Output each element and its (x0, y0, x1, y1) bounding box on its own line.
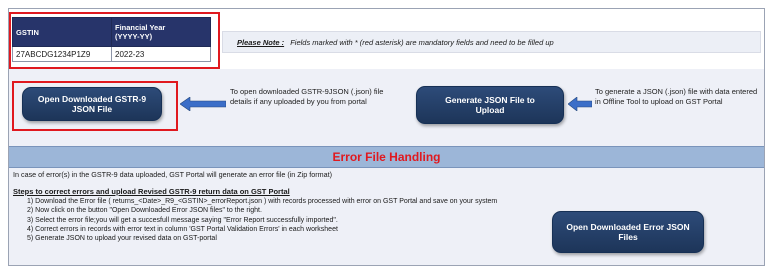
please-note-bar: Please Note : Fields marked with * (red … (222, 31, 761, 53)
step-item: 1) Download the Error file ( returns_<Da… (27, 198, 498, 205)
open-gstr9-json-button[interactable]: Open Downloaded GSTR-9 JSON File (22, 87, 162, 121)
steps-title: Steps to correct errors and upload Revis… (13, 187, 290, 196)
error-file-handling-header: Error File Handling (9, 146, 764, 168)
note-text: Fields marked with * (red asterisk) are … (290, 38, 554, 47)
step-item: 5) Generate JSON to upload your revised … (27, 235, 217, 243)
step-item: 4) Correct errors in records with error … (27, 225, 338, 233)
generate-json-button[interactable]: Generate JSON File to Upload (416, 86, 564, 124)
note-label: Please Note : (237, 38, 285, 47)
left-arrow-icon (568, 97, 592, 111)
steps-list: 1) Download the Error file ( returns_<Da… (27, 197, 497, 243)
generate-json-description: To generate a JSON (.json) file with dat… (595, 87, 758, 106)
left-arrow-icon (180, 97, 226, 111)
step-item: 2) Now click on the button "Open Downloa… (27, 207, 262, 215)
gstin-highlight-box (9, 12, 220, 69)
error-intro-text: In case of error(s) in the GSTR-9 data u… (13, 170, 333, 179)
worksheet: GSTIN Financial Year (YYYY-YY) 27ABCDG12… (8, 8, 765, 266)
open-gstr9-description: To open downloaded GSTR-9JSON (.json) fi… (230, 87, 384, 106)
step-item: 3) Select the error file;you will get a … (27, 216, 338, 224)
open-error-json-button[interactable]: Open Downloaded Error JSON Files (552, 211, 704, 253)
